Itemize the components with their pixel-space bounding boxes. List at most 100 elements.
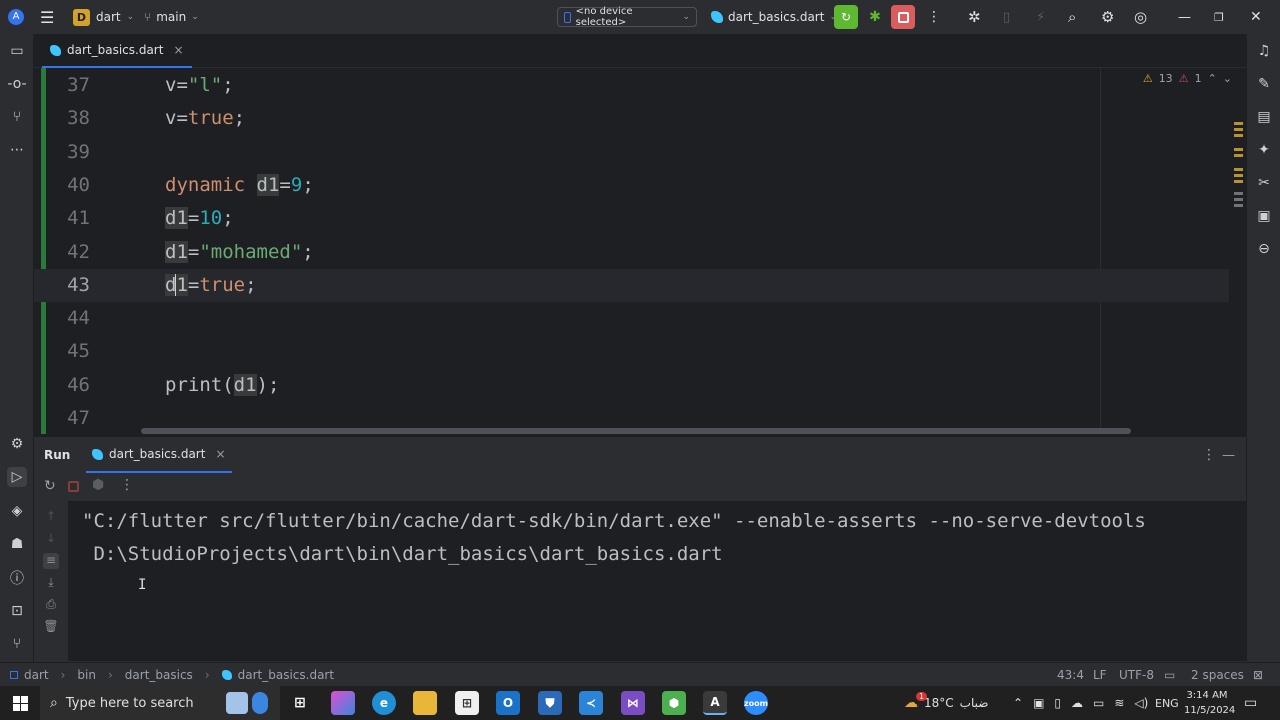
code-editor[interactable]: 37 v="l"; 38 v=true; 39 40 dynamic d1=9; 41 d1=1… (34, 68, 1246, 434)
inspections-widget[interactable]: ⚠ 13 ⚠ 1 ⌃ ⌄ (1143, 72, 1232, 85)
rerun-button[interactable]: ↻ (834, 5, 858, 29)
close-tab-icon[interactable]: × (173, 43, 183, 57)
indent-setting[interactable]: 2 spaces (1191, 663, 1244, 687)
run-tool-icon[interactable]: ▷ (7, 467, 27, 487)
notifications-bell-icon[interactable]: ♫ (1254, 41, 1274, 61)
weather-widget[interactable]: ☁ 1 18°C ضباب (904, 686, 988, 720)
line-number[interactable]: 41 (54, 202, 90, 235)
wifi-icon[interactable]: ≋ (1114, 696, 1124, 710)
device-selector[interactable]: <no device selected> ⌄ (557, 6, 697, 28)
memory-indicator-icon[interactable]: ⊠ (1253, 663, 1263, 687)
android-studio-icon[interactable]: A (703, 691, 727, 715)
file-explorer-icon[interactable] (413, 691, 437, 715)
line-separator[interactable]: LF (1093, 663, 1107, 687)
terminal-icon[interactable]: ⊡ (7, 601, 27, 621)
settings-gear-icon[interactable]: ⚙ (1101, 0, 1114, 34)
line-number[interactable]: 40 (54, 169, 90, 202)
visual-studio-icon[interactable]: ⋈ (621, 691, 645, 715)
chevron-up-icon[interactable]: ⌃ (1013, 696, 1023, 710)
microsoft-store-icon[interactable]: ⊞ (455, 691, 479, 715)
close-tab-icon[interactable]: × (215, 447, 225, 461)
volume-icon[interactable]: ◁) (1134, 696, 1148, 710)
code-line[interactable]: 42 d1="mohamed"; (34, 236, 1229, 269)
running-devices-icon[interactable]: ⊖ (1254, 239, 1274, 259)
console-output[interactable]: "C:/flutter src/flutter/bin/cache/dart-s… (68, 501, 1246, 661)
breadcrumb-item[interactable]: bin (77, 668, 96, 682)
line-number[interactable]: 45 (54, 335, 90, 368)
chevron-up-icon[interactable]: ⌃ (1208, 72, 1217, 85)
line-number[interactable]: 42 (54, 236, 90, 269)
line-number[interactable]: 46 (54, 369, 90, 402)
scroll-to-end-icon[interactable]: ⤓ (43, 575, 59, 591)
taskbar-search-box[interactable]: ⌕ Type here to search (40, 686, 280, 720)
vscode-icon[interactable]: ≺ (579, 691, 603, 715)
code-line[interactable]: 38 v=true; (34, 102, 1229, 135)
trash-icon[interactable]: 🗑 (43, 619, 59, 635)
onedrive-icon[interactable]: ☁ (1071, 696, 1083, 710)
breadcrumb[interactable]: dart › bin › dart_basics › dart_basics.d… (10, 663, 334, 687)
notification-center-icon[interactable]: ▭ (1244, 686, 1257, 720)
meet-now-icon[interactable]: ▣ (1033, 696, 1044, 710)
phone-icon[interactable]: ▯ (1054, 696, 1061, 710)
horizontal-scrollbar[interactable] (141, 428, 1131, 434)
code-line[interactable]: 41 d1=10; (34, 202, 1229, 235)
print-icon[interactable]: ⎙ (43, 597, 59, 613)
line-number[interactable]: 37 (54, 69, 90, 102)
code-line[interactable]: 44 (34, 302, 1229, 335)
copilot-icon[interactable] (331, 691, 355, 715)
gradle-icon[interactable]: ✎ (1254, 74, 1274, 94)
code-line[interactable]: 40 dynamic d1=9; (34, 169, 1229, 202)
code-line[interactable]: 46 print(d1); (34, 369, 1229, 402)
commit-icon[interactable]: -o- (7, 74, 27, 94)
restore-button[interactable]: ❐ (1214, 0, 1224, 34)
line-number[interactable]: 47 (54, 402, 90, 434)
app-icon[interactable]: ⛊ (538, 691, 562, 715)
problems-icon[interactable]: ⓘ (7, 568, 27, 588)
debug-icon[interactable]: ✱ (866, 0, 884, 34)
hide-panel-icon[interactable]: — (1222, 448, 1235, 463)
logcat-icon[interactable]: ☗ (7, 534, 27, 554)
line-number[interactable]: 44 (54, 302, 90, 335)
line-number[interactable]: 43 (54, 269, 90, 302)
account-icon[interactable]: ◎ (1134, 0, 1147, 34)
breadcrumb-item[interactable]: dart_basics (125, 668, 193, 682)
version-control-icon[interactable]: ⑂ (7, 634, 27, 654)
editorconfig-icon[interactable]: ▭ (1164, 663, 1175, 687)
pull-requests-icon[interactable]: ⑂ (7, 107, 27, 127)
more-options-icon[interactable]: ⋮ (1202, 447, 1216, 463)
android-studio-logo-icon[interactable]: A (8, 0, 24, 34)
caret-position[interactable]: 43:4 (1057, 663, 1084, 687)
rerun-icon[interactable]: ↻ (44, 478, 56, 494)
run-config-selector[interactable]: dart_basics.dart ⌄ (711, 0, 837, 34)
minimize-button[interactable]: — (1178, 0, 1191, 34)
breadcrumb-item[interactable]: dart_basics.dart (238, 668, 334, 682)
more-icon[interactable]: ⋮ (120, 477, 134, 493)
emulator-icon[interactable]: ▣ (1254, 206, 1274, 226)
gemini-icon[interactable]: ✦ (1254, 140, 1274, 160)
search-icon[interactable]: ⌕ (1068, 0, 1076, 34)
task-view-icon[interactable]: ⊞ (288, 691, 312, 715)
battery-icon[interactable]: ▭ (1093, 696, 1104, 710)
soft-wrap-icon[interactable]: ≡ (43, 553, 59, 569)
language-indicator[interactable]: ENG (1155, 686, 1179, 720)
file-encoding[interactable]: UTF-8 (1119, 663, 1154, 687)
run-tab-dart-basics[interactable]: dart_basics.dart × (86, 437, 232, 473)
device-manager-icon[interactable]: ⚙ (7, 434, 27, 454)
edge-browser-icon[interactable]: e (372, 691, 396, 715)
windows-start-icon[interactable] (8, 691, 32, 715)
device-file-explorer-icon[interactable]: ▤ (1254, 107, 1274, 127)
code-line[interactable]: 39 (34, 136, 1229, 169)
node-icon[interactable]: ⬢ (662, 691, 686, 715)
app-quality-icon[interactable]: ◈ (7, 501, 27, 521)
project-folder-icon[interactable]: ▭ (7, 41, 27, 61)
line-number[interactable]: 38 (54, 102, 90, 135)
clock[interactable]: 3:14 AM 11/5/2024 (1184, 688, 1235, 718)
stop-button[interactable] (891, 5, 915, 29)
close-window-button[interactable]: ✕ (1250, 0, 1262, 34)
build-variants-icon[interactable]: ✂ (1254, 173, 1274, 193)
outlook-icon[interactable]: O (496, 691, 520, 715)
chevron-down-icon[interactable]: ⌄ (1223, 72, 1232, 85)
project-selector[interactable]: D dart ⌄ (73, 0, 134, 34)
attach-debugger-icon[interactable]: ✲ (968, 0, 981, 34)
tab-dart-basics[interactable]: dart_basics.dart × (42, 34, 192, 68)
